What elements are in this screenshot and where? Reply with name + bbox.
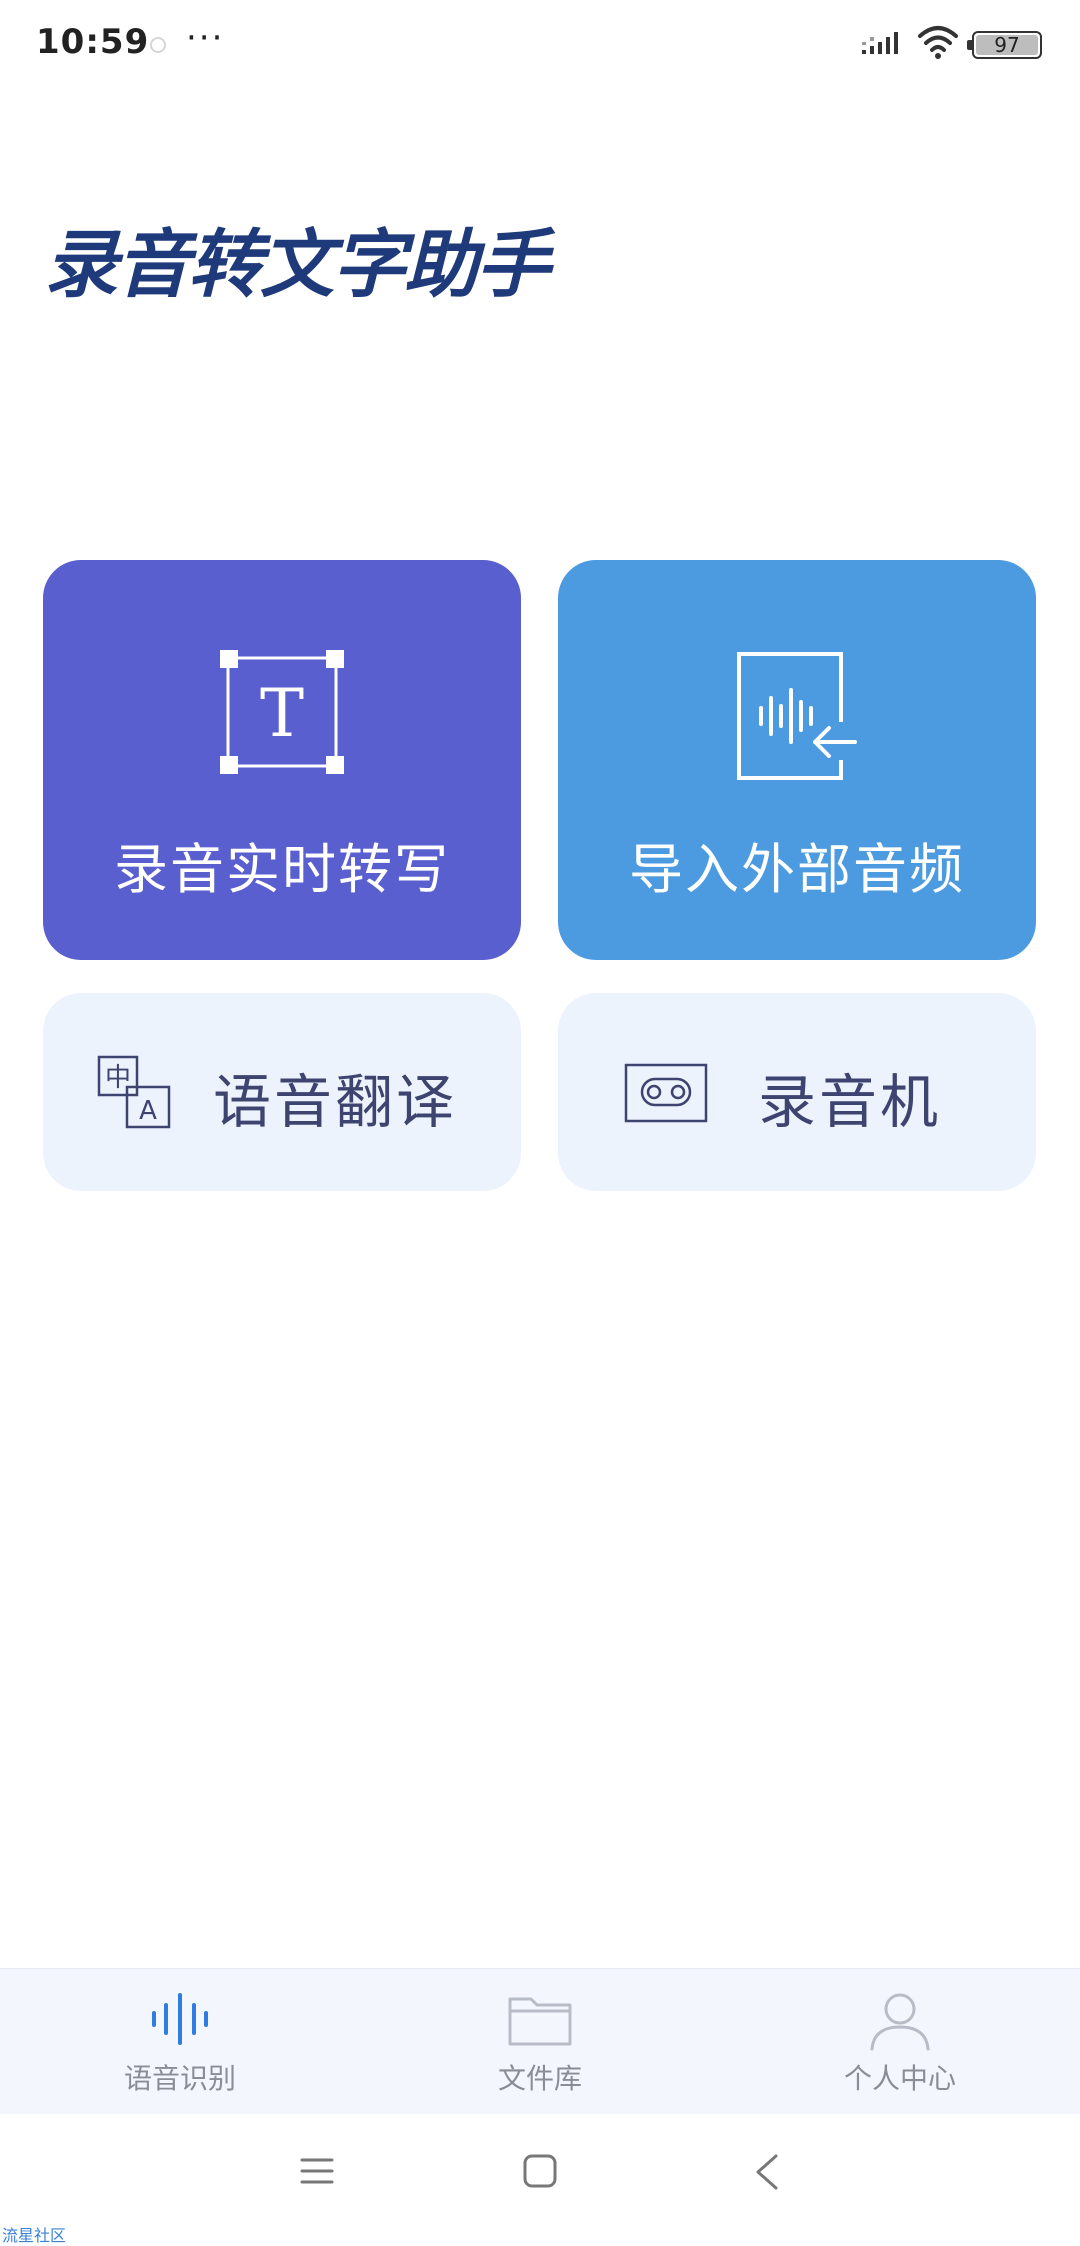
voice-translate-label: 语音翻译 [213,1068,458,1136]
nav-label-speech-recognition: 语音识别 [123,2062,236,2095]
folder-icon [508,1997,572,2046]
recorder-card[interactable]: 录音机 [558,993,1036,1191]
recorder-label: 录音机 [758,1068,942,1136]
nav-item-speech-recognition[interactable]: 语音识别 [0,1969,360,2115]
nav-label-file-library: 文件库 [497,2062,582,2095]
app-title: 录音转文字助手 [44,222,550,308]
system-nav-bar: 流星社区 [0,2114,1080,2245]
svg-text:中: 中 [105,1063,131,1093]
user-icon [870,1993,930,2051]
svg-text:A: A [139,1096,157,1126]
nav-item-file-library[interactable]: 文件库 [360,1969,720,2115]
wifi-icon [918,26,958,59]
voice-translate-card[interactable]: 中 A 语音翻译 [43,993,521,1191]
back-icon[interactable] [754,2154,780,2190]
menu-icon[interactable] [300,2154,334,2188]
translate-icon: 中 A [97,1055,171,1129]
battery-icon: 97 [967,31,1042,59]
text-frame-icon: T [220,650,344,774]
bottom-nav: 语音识别 文件库 个人中心 [0,1968,1080,2114]
watermark-text: 流星社区 [2,2226,67,2245]
realtime-transcribe-label: 录音实时转写 [114,838,450,901]
waveform-icon [152,1993,208,2045]
home-icon[interactable] [523,2154,557,2188]
nav-item-personal-center[interactable]: 个人中心 [720,1969,1080,2115]
realtime-transcribe-card[interactable]: T 录音实时转写 [43,560,521,960]
battery-level-text: 97 [994,33,1020,57]
audio-file-import-icon [737,652,857,780]
more-notifications-icon: ··· [186,18,225,58]
nav-label-personal-center: 个人中心 [843,2062,956,2095]
status-time: 10:59 [36,22,150,62]
status-bar: 10:59 ··· 97 [0,0,1080,90]
svg-text:T: T [260,675,304,752]
notification-icon [150,37,166,53]
import-audio-card[interactable]: 导入外部音频 [558,560,1036,960]
signal-icon [862,32,898,54]
import-audio-label: 导入外部音频 [629,838,965,901]
cassette-icon [624,1063,708,1123]
